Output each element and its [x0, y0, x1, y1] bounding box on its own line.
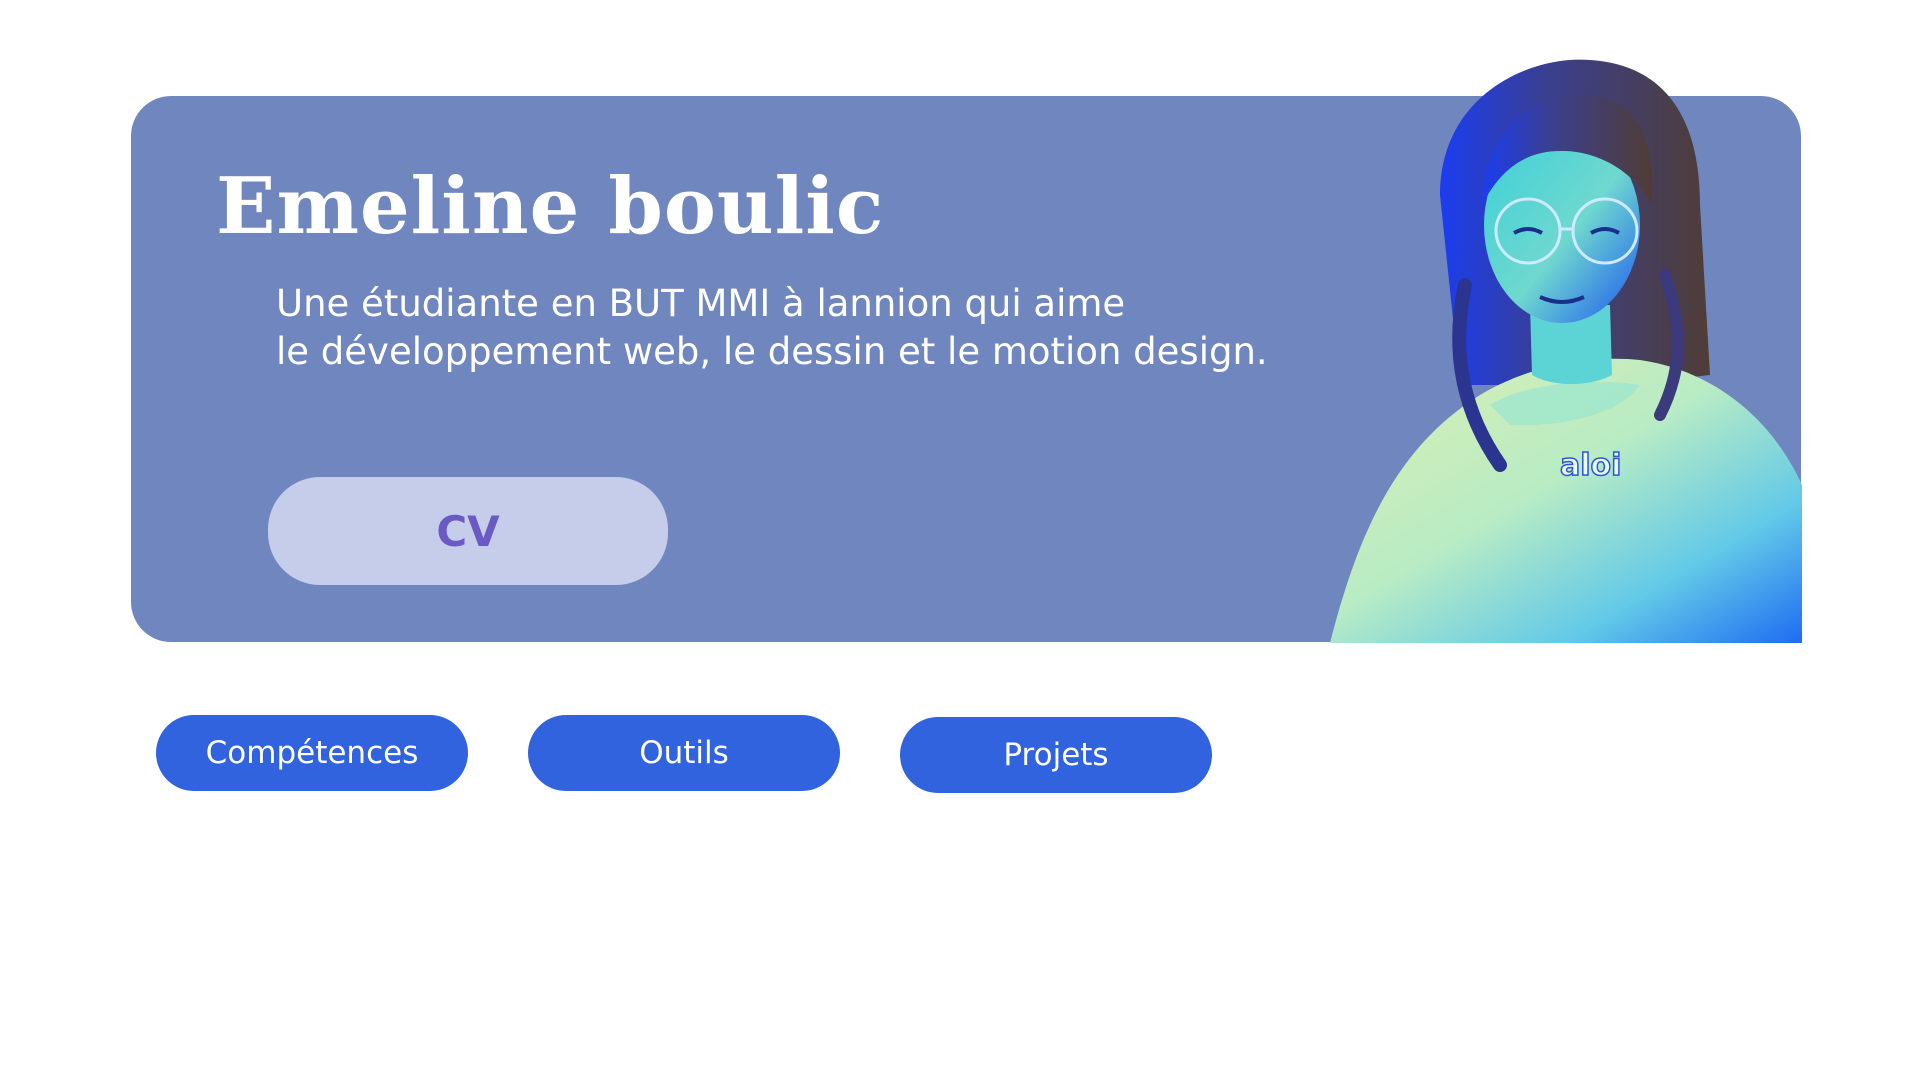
cv-button[interactable]: CV — [268, 477, 668, 585]
hero-description: Une étudiante en BUT MMI à lannion qui a… — [276, 280, 1268, 376]
hero-description-line-2: le développement web, le dessin et le mo… — [276, 330, 1268, 373]
hero-title: Emeline boulic — [216, 161, 885, 252]
svg-text:aloi: aloi — [1560, 448, 1621, 483]
hero-description-line-1: Une étudiante en BUT MMI à lannion qui a… — [276, 282, 1126, 325]
portrait-illustration: aloi — [1330, 59, 1802, 643]
nav-projets-button[interactable]: Projets — [900, 717, 1212, 793]
portrait-image: aloi — [1290, 55, 1802, 643]
nav-outils-button[interactable]: Outils — [528, 715, 840, 791]
nav-competences-button[interactable]: Compétences — [156, 715, 468, 791]
